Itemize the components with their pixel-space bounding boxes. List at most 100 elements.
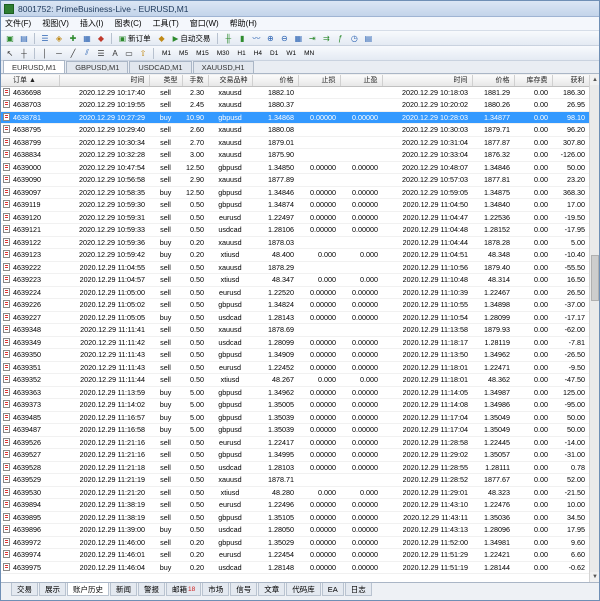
table-row[interactable]: 4639352 2020.12.29 11:11:44 sell 0.50 xtiusd… (1, 373, 589, 387)
new-chart-icon[interactable]: ▣ (4, 32, 16, 44)
table-row[interactable]: 4639485 2020.12.29 11:16:57 buy 5.00 gbpusd 1… (1, 411, 589, 424)
metaeditor-icon[interactable]: ◆ (156, 32, 168, 44)
scroll-thumb[interactable] (591, 255, 599, 301)
terminal-tab[interactable]: 市场 (202, 583, 230, 596)
table-row[interactable]: 4639223 2020.12.29 11:04:57 sell 0.50 xtiusd… (1, 273, 589, 287)
horizontal-line-icon[interactable]: ─ (53, 47, 65, 59)
table-row[interactable]: 4639895 2020.12.29 11:38:19 sell 0.50 gbpusd… (1, 511, 589, 524)
table-row[interactable]: 4639000 2020.12.29 10:47:54 sell 12.50 gbpus… (1, 161, 589, 174)
menu-item[interactable]: 文件(F) (5, 18, 31, 29)
table-row[interactable]: 4639227 2020.12.29 11:05:05 buy 0.50 usdcad 1… (1, 311, 589, 324)
chart-tab[interactable]: EURUSD,M1 (3, 60, 66, 73)
table-row[interactable]: 4639894 2020.12.29 11:38:19 sell 0.50 eurusd… (1, 498, 589, 512)
table-row[interactable]: 4639090 2020.12.29 10:56:58 sell 2.90 xauusd… (1, 173, 589, 187)
bar-chart-icon[interactable]: ╫ (222, 32, 234, 44)
column-open-time[interactable]: 时间 (59, 75, 150, 87)
terminal-tab[interactable]: EA (321, 583, 344, 596)
table-row[interactable]: 4639526 2020.12.29 11:21:16 sell 0.50 eurusd… (1, 436, 589, 449)
terminal-icon[interactable]: ▦ (81, 32, 93, 44)
cursor-icon[interactable]: ↖ (4, 47, 16, 59)
zoom-out-icon[interactable]: ⊖ (278, 32, 290, 44)
periods-icon[interactable]: ◷ (348, 32, 360, 44)
navigator-icon[interactable]: ✚ (67, 32, 79, 44)
column-profit[interactable]: 获利 (552, 75, 589, 87)
channel-icon[interactable]: ⫽ (81, 47, 93, 59)
timeframe-button[interactable]: W1 (282, 48, 300, 59)
label-tool-icon[interactable]: ▭ (123, 47, 135, 59)
table-row[interactable]: 4639896 2020.12.29 11:39:00 buy 0.50 usdcad 1… (1, 523, 589, 537)
timeframe-button[interactable]: M1 (158, 48, 175, 59)
table-row[interactable]: 4639527 2020.12.29 11:21:16 sell 0.50 gbpusd… (1, 448, 589, 462)
terminal-tab[interactable]: 日志 (344, 583, 372, 596)
terminal-tab[interactable]: 文章 (258, 583, 286, 596)
terminal-tab[interactable]: 展示 (39, 583, 66, 596)
line-chart-icon[interactable]: 〰 (250, 32, 262, 44)
trendline-icon[interactable]: ╱ (67, 47, 79, 59)
terminal-tab[interactable]: 新闻 (110, 583, 137, 596)
chart-tab[interactable]: XAUUSD,H1 (192, 61, 254, 73)
timeframe-button[interactable]: H1 (233, 48, 249, 59)
vertical-scrollbar[interactable]: ▲ ▼ (589, 75, 599, 582)
templates-icon[interactable]: ▤ (362, 32, 374, 44)
terminal-tab[interactable]: 邮箱 18 (166, 583, 202, 596)
timeframe-button[interactable]: H4 (250, 48, 266, 59)
menu-item[interactable]: 工具(T) (153, 18, 179, 29)
table-row[interactable]: 4639363 2020.12.29 11:13:59 buy 5.00 gbpusd 1… (1, 386, 589, 399)
table-row[interactable]: 4639121 2020.12.29 10:59:33 sell 0.50 usdcad… (1, 223, 589, 237)
tile-windows-icon[interactable]: ▦ (292, 32, 304, 44)
column-type[interactable]: 类型 (149, 75, 183, 87)
timeframe-button[interactable]: M5 (175, 48, 192, 59)
column-order[interactable]: 订单 ▲ (1, 75, 60, 87)
autoscroll-icon[interactable]: ⇉ (320, 32, 332, 44)
table-row[interactable]: 4639974 2020.12.29 11:46:01 sell 0.20 eurusd… (1, 548, 589, 562)
menu-item[interactable]: 插入(I) (80, 18, 104, 29)
terminal-tab[interactable]: 警报 (138, 583, 165, 596)
timeframe-button[interactable]: MN (300, 48, 318, 59)
table-row[interactable]: 4639350 2020.12.29 11:11:43 sell 0.50 gbpusd… (1, 348, 589, 362)
table-row[interactable]: 4639349 2020.12.29 11:11:42 sell 0.50 usdcad… (1, 336, 589, 349)
autotrading-button[interactable]: ▶ 自动交易 (170, 32, 214, 44)
timeframe-button[interactable]: M30 (213, 48, 234, 59)
indicators-icon[interactable]: ƒ (334, 32, 346, 44)
vertical-line-icon[interactable]: │ (39, 47, 51, 59)
menu-item[interactable]: 帮助(H) (230, 18, 257, 29)
column-stop-loss[interactable]: 止损 (298, 75, 341, 87)
table-row[interactable]: 4638834 2020.12.29 10:32:28 sell 3.00 xauusd… (1, 148, 589, 162)
table-row[interactable]: 4638781 2020.12.29 10:27:29 buy 10.90 gbpusd… (1, 111, 589, 124)
menu-item[interactable]: 窗口(W) (190, 18, 219, 29)
table-row[interactable]: 4639122 2020.12.29 10:59:36 buy 0.20 xauusd 1… (1, 236, 589, 249)
candlestick-icon[interactable]: ▮ (236, 32, 248, 44)
new-order-button[interactable]: ▣ 新订单 (116, 32, 154, 44)
table-row[interactable]: 4638795 2020.12.29 10:29:40 sell 2.60 xauusd… (1, 123, 589, 137)
table-row[interactable]: 4639351 2020.12.29 11:11:43 sell 0.50 eurusd… (1, 361, 589, 374)
menu-item[interactable]: 视图(V) (42, 18, 69, 29)
zoom-in-icon[interactable]: ⊕ (264, 32, 276, 44)
table-row[interactable]: 4639972 2020.12.29 11:46:00 sell 0.20 gbpusd… (1, 536, 589, 549)
market-watch-icon[interactable]: ☰ (39, 32, 51, 44)
data-window-icon[interactable]: ◈ (53, 32, 65, 44)
arrows-tool-icon[interactable]: ⇧ (137, 47, 149, 59)
column-close-price[interactable]: 价格 (472, 75, 515, 87)
table-row[interactable]: 4639119 2020.12.29 10:59:30 sell 0.50 gbpusd… (1, 198, 589, 212)
table-row[interactable]: 4639224 2020.12.29 11:05:00 sell 0.50 eurusd… (1, 286, 589, 299)
table-row[interactable]: 4638703 2020.12.29 10:19:55 sell 2.45 xauusd… (1, 98, 589, 112)
table-row[interactable]: 4639222 2020.12.29 11:04:55 sell 0.50 xauusd… (1, 261, 589, 274)
menu-item[interactable]: 图表(C) (114, 18, 141, 29)
column-open-price[interactable]: 价格 (252, 75, 299, 87)
table-row[interactable]: 4639530 2020.12.29 11:21:20 sell 0.50 xtiusd… (1, 486, 589, 499)
table-row[interactable]: 4636698 2020.12.29 10:17:40 sell 2.30 xauusd… (1, 86, 589, 99)
terminal-tab[interactable]: 账户历史 (67, 583, 109, 596)
table-row[interactable]: 4639529 2020.12.29 11:21:19 sell 0.50 xauusd… (1, 473, 589, 487)
scroll-up-icon[interactable]: ▲ (590, 75, 599, 85)
terminal-tab[interactable]: 交易 (11, 583, 38, 596)
timeframe-button[interactable]: D1 (266, 48, 282, 59)
column-close-time[interactable]: 时间 (382, 75, 473, 87)
column-symbol[interactable]: 交易品种 (208, 75, 253, 87)
column-take-profit[interactable]: 止盈 (340, 75, 383, 87)
table-row[interactable]: 4639226 2020.12.29 11:05:02 sell 0.50 gbpusd… (1, 298, 589, 312)
table-row[interactable]: 4639487 2020.12.29 11:16:58 buy 5.00 gbpusd 1… (1, 423, 589, 437)
table-row[interactable]: 4639097 2020.12.29 10:58:35 buy 12.50 gbpusd… (1, 186, 589, 199)
fibonacci-icon[interactable]: ☰ (95, 47, 107, 59)
chart-tab[interactable]: USDCAD,M1 (129, 61, 192, 73)
table-row[interactable]: 4639975 2020.12.29 11:46:04 buy 0.20 usdcad 1… (1, 561, 589, 574)
